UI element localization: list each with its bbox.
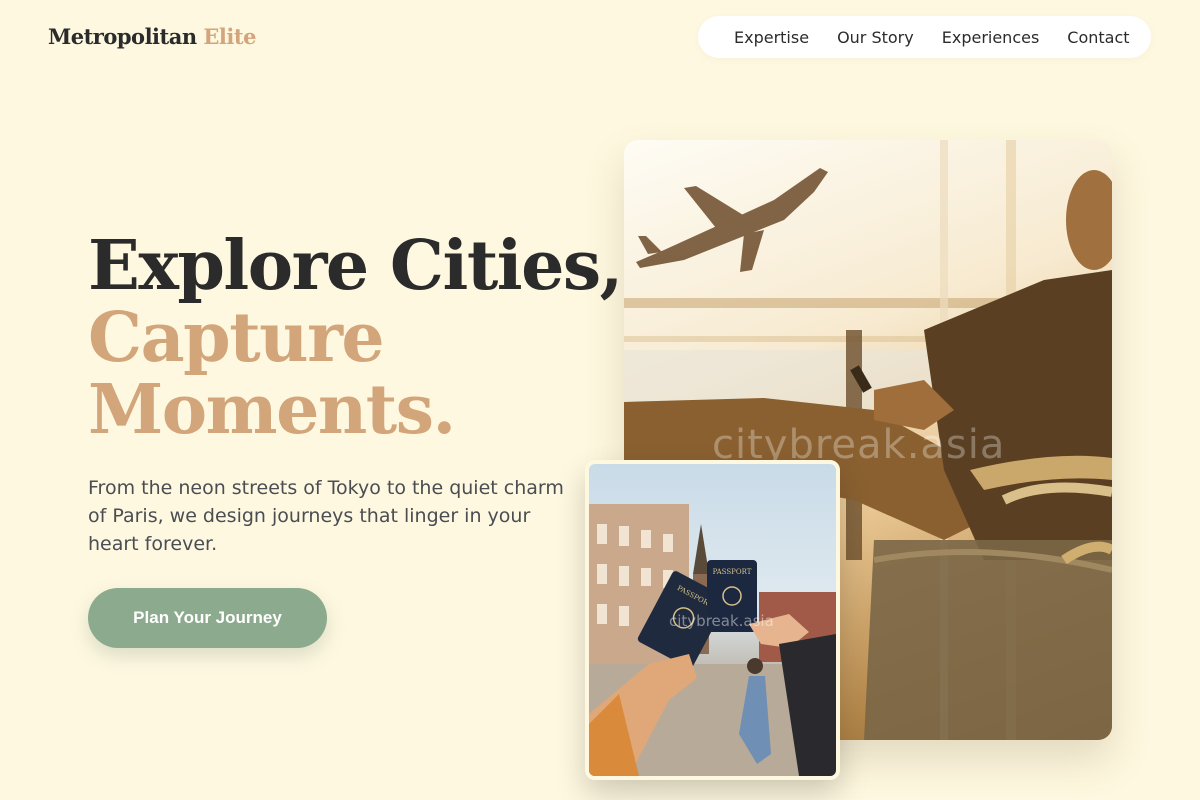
nav-item-expertise[interactable]: Expertise [734, 28, 809, 47]
nav-item-our-story[interactable]: Our Story [837, 28, 914, 47]
nav-item-experiences[interactable]: Experiences [942, 28, 1040, 47]
headline-line-2: Capture [88, 298, 385, 378]
passport-label-2: PASSPORT [713, 568, 752, 576]
hero-subtext: From the neon streets of Tokyo to the qu… [88, 477, 564, 555]
headline-line-1: Explore Cities, [88, 226, 623, 306]
airplane-icon [636, 168, 828, 272]
logo-main: Metropolitan [48, 24, 197, 49]
headline-line-3: Moments. [88, 370, 456, 450]
logo-accent: Elite [203, 24, 256, 49]
top-navigation: Expertise Our Story Experiences Contact [698, 16, 1151, 58]
nav-item-contact[interactable]: Contact [1067, 28, 1129, 47]
hero-headline: Explore Cities, Capture Moments. [88, 226, 623, 450]
inset-photo-watermark: citybreak.asia [669, 612, 774, 630]
logo[interactable]: Metropolitan Elite [48, 24, 256, 49]
plan-journey-button[interactable]: Plan Your Journey [88, 588, 327, 648]
passports-photo: PASSPORT PASSPORT citybreak.asia [585, 460, 840, 780]
